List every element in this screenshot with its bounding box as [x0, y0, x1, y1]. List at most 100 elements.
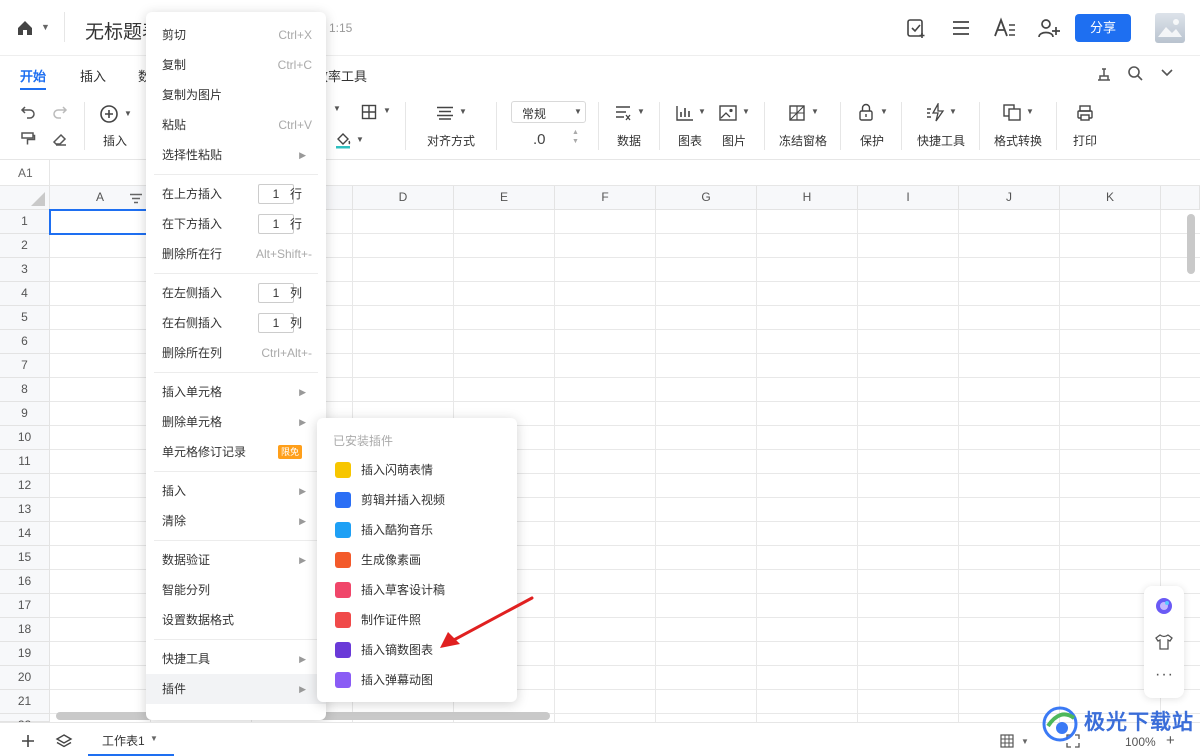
row-header-4[interactable]: 4	[0, 282, 50, 306]
add-collaborator-icon[interactable]	[1037, 17, 1061, 39]
stepper-icon[interactable]: ▲ ▼	[572, 128, 579, 146]
sheet-tab[interactable]: 工作表1 ▼	[88, 723, 174, 756]
menu-item-delete-cell[interactable]: 删除单元格 ▶	[146, 407, 326, 437]
column-header-h[interactable]: H	[757, 186, 858, 210]
column-header-d[interactable]: D	[353, 186, 454, 210]
row-header-9[interactable]: 9	[0, 402, 50, 426]
more-icon[interactable]: ···	[1155, 666, 1174, 684]
redo-icon[interactable]	[52, 105, 68, 119]
row-header-10[interactable]: 10	[0, 426, 50, 450]
chevron-down-icon[interactable]: ▼	[383, 106, 391, 115]
align-icon[interactable]	[436, 106, 454, 120]
chevron-down-icon[interactable]: ▼	[637, 107, 645, 116]
menu-icon[interactable]	[951, 19, 971, 37]
row-header-11[interactable]: 11	[0, 450, 50, 474]
menu-item-insert[interactable]: 插入 ▶	[146, 476, 326, 506]
row-header-19[interactable]: 19	[0, 642, 50, 666]
chevron-down-icon[interactable]: ▼	[333, 104, 341, 113]
add-sheet-icon[interactable]	[20, 733, 36, 749]
quick-tools-label[interactable]: 快捷工具	[917, 132, 965, 149]
menu-item-quick-tools[interactable]: 快捷工具 ▶	[146, 644, 326, 674]
edit-doc-icon[interactable]	[905, 17, 927, 39]
menu-item-insert-above[interactable]: 在上方插入 1 行	[146, 179, 326, 209]
menu-item-revision-history[interactable]: 单元格修订记录 限免	[146, 437, 326, 467]
col-count-input[interactable]: 1	[258, 313, 294, 333]
row-header-3[interactable]: 3	[0, 258, 50, 282]
insert-label[interactable]: 插入	[103, 132, 127, 149]
row-header-15[interactable]: 15	[0, 546, 50, 570]
vertical-scrollbar[interactable]	[1187, 214, 1195, 274]
grid-view-icon[interactable]	[1000, 734, 1014, 748]
menu-item-copy-as-image[interactable]: 复制为图片	[146, 80, 326, 110]
collapse-ribbon-icon[interactable]	[1160, 68, 1174, 78]
format-convert-label[interactable]: 格式转换	[994, 132, 1042, 149]
column-header-g[interactable]: G	[656, 186, 757, 210]
share-button[interactable]: 分享	[1075, 14, 1131, 42]
menu-item-insert-left[interactable]: 在左侧插入 1 列	[146, 278, 326, 308]
row-header-13[interactable]: 13	[0, 498, 50, 522]
format-convert-icon[interactable]	[1002, 103, 1022, 122]
chevron-down-icon[interactable]: ▼	[124, 109, 132, 118]
row-header-1[interactable]: 1	[0, 210, 50, 234]
number-format-select[interactable]: 常规 ▼	[511, 101, 586, 123]
protect-label[interactable]: 保护	[860, 132, 884, 149]
row-header-5[interactable]: 5	[0, 306, 50, 330]
print-icon[interactable]	[1076, 104, 1094, 122]
home-icon[interactable]	[16, 19, 34, 37]
chevron-down-icon[interactable]: ▼	[698, 107, 706, 116]
row-header-21[interactable]: 21	[0, 690, 50, 714]
row-header-8[interactable]: 8	[0, 378, 50, 402]
undo-icon[interactable]	[20, 105, 36, 119]
active-cell[interactable]	[49, 209, 150, 235]
plugin-item[interactable]: 插入闪萌表情	[317, 455, 517, 485]
tab-insert[interactable]: 插入	[80, 66, 106, 85]
menu-item-number-format[interactable]: 设置数据格式	[146, 605, 326, 635]
row-header-12[interactable]: 12	[0, 474, 50, 498]
menu-item-plugins[interactable]: 插件 ▶	[146, 674, 326, 704]
data-icon[interactable]	[614, 104, 632, 122]
chevron-down-icon[interactable]: ▼	[41, 22, 50, 32]
image-label[interactable]: 图片	[722, 132, 746, 149]
sheet-list-icon[interactable]	[55, 733, 73, 749]
chevron-down-icon[interactable]: ▼	[459, 107, 467, 116]
avatar[interactable]	[1155, 13, 1185, 43]
brush-icon[interactable]	[1095, 65, 1113, 83]
format-painter-icon[interactable]	[20, 131, 36, 147]
freeze-label[interactable]: 冻结窗格	[779, 132, 827, 149]
plugin-item[interactable]: 生成像素画	[317, 545, 517, 575]
chevron-down-icon[interactable]: ▼	[356, 135, 364, 144]
row-header-16[interactable]: 16	[0, 570, 50, 594]
column-header-j[interactable]: J	[959, 186, 1060, 210]
chevron-down-icon[interactable]: ▼	[1026, 107, 1034, 116]
chevron-down-icon[interactable]: ▼	[742, 107, 750, 116]
chart-label[interactable]: 图表	[678, 132, 702, 149]
row-header-17[interactable]: 17	[0, 594, 50, 618]
text-format-icon[interactable]	[993, 17, 1017, 39]
quick-tools-icon[interactable]	[925, 103, 945, 122]
row-header-14[interactable]: 14	[0, 522, 50, 546]
row-header-20[interactable]: 20	[0, 666, 50, 690]
image-icon[interactable]	[718, 104, 738, 122]
menu-item-data-validation[interactable]: 数据验证 ▶	[146, 545, 326, 575]
chevron-down-icon[interactable]: ▼	[949, 107, 957, 116]
plugin-item[interactable]: 插入酷狗音乐	[317, 515, 517, 545]
print-label[interactable]: 打印	[1073, 132, 1097, 149]
chart-icon[interactable]	[675, 104, 695, 122]
select-all-corner[interactable]	[0, 186, 50, 210]
name-box[interactable]: A1	[18, 166, 33, 180]
col-count-input[interactable]: 1	[258, 283, 294, 303]
menu-item-insert-right[interactable]: 在右侧插入 1 列	[146, 308, 326, 338]
chevron-down-icon[interactable]: ▼	[880, 107, 888, 116]
column-header-f[interactable]: F	[555, 186, 656, 210]
filter-icon[interactable]	[129, 193, 143, 205]
plugin-item[interactable]: 剪辑并插入视频	[317, 485, 517, 515]
column-header-i[interactable]: I	[858, 186, 959, 210]
chevron-down-icon[interactable]: ▼	[811, 107, 819, 116]
lock-icon[interactable]	[858, 103, 874, 122]
column-header-k[interactable]: K	[1060, 186, 1161, 210]
menu-item-delete-col[interactable]: 删除所在列 Ctrl+Alt+-	[146, 338, 326, 368]
row-header-22[interactable]: 22	[0, 714, 50, 732]
chevron-down-icon[interactable]: ▼	[1021, 737, 1029, 746]
ai-assistant-icon[interactable]	[1154, 596, 1174, 616]
freeze-panes-icon[interactable]	[788, 104, 806, 122]
